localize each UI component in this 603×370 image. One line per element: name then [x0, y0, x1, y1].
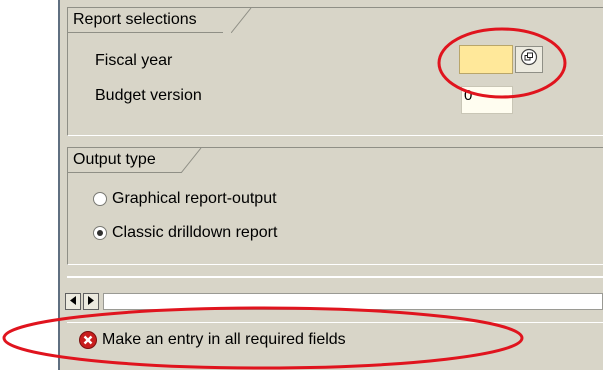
scroll-left-button[interactable]: [65, 293, 81, 310]
report-selections-title: Report selections: [68, 8, 223, 33]
scroll-left-icon: [69, 296, 77, 307]
value-help-icon: [520, 48, 538, 71]
output-type-title: Output type: [68, 148, 182, 173]
radio-classic-drilldown[interactable]: Classic drilldown report: [93, 224, 277, 242]
budget-version-input[interactable]: 0: [461, 86, 513, 114]
group-tab-slant: [231, 8, 253, 33]
status-message[interactable]: Make an entry in all required fields: [102, 331, 346, 349]
error-icon: [79, 330, 97, 349]
window-edge: [58, 0, 60, 370]
output-type-group: Output type Graphical report-output Clas…: [67, 147, 603, 265]
scroll-right-button[interactable]: [83, 293, 99, 310]
scrollbar-track[interactable]: [103, 293, 603, 310]
radio-label-classic: Classic drilldown report: [112, 224, 278, 241]
budget-version-label: Budget version: [95, 87, 202, 104]
horizontal-scrollbar[interactable]: [65, 293, 603, 310]
fiscal-year-input[interactable]: [459, 45, 513, 74]
value-help-button[interactable]: [515, 46, 543, 73]
sap-screen: Report selections Fiscal year Budget ver…: [58, 0, 603, 370]
status-bar: Make an entry in all required fields: [67, 322, 603, 356]
radio-graphical-report[interactable]: Graphical report-output: [93, 190, 277, 208]
fiscal-year-label: Fiscal year: [95, 52, 173, 69]
radio-label-graphical: Graphical report-output: [112, 190, 277, 207]
radio-button-classic[interactable]: [93, 226, 107, 240]
report-selections-group: Report selections Fiscal year Budget ver…: [67, 7, 603, 136]
separator: [67, 276, 603, 278]
radio-button-graphical[interactable]: [93, 192, 107, 206]
scroll-right-icon: [87, 296, 95, 307]
group-tab-slant: [181, 148, 203, 173]
